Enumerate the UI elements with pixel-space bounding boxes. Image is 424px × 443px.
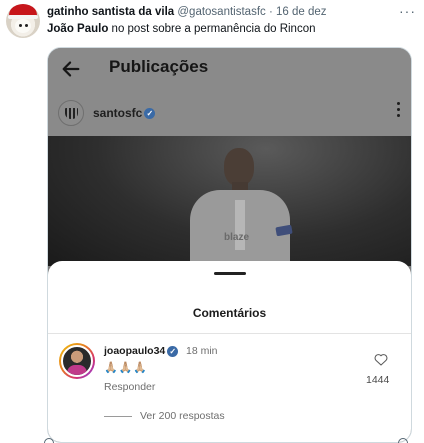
share-action-icon[interactable] — [398, 438, 408, 443]
comment-text: 🙏🏼🙏🏼🙏🏼 — [104, 362, 149, 374]
comments-sheet: Comentários joaopaulo34 ✓ 18 min 🙏🏼🙏🏼🙏🏼 R… — [48, 261, 411, 442]
author-display-name[interactable]: gatinho santista da vila — [47, 6, 174, 18]
more-horizontal-icon[interactable]: ··· — [399, 3, 416, 19]
post-menu-icon — [397, 102, 401, 120]
commenter-username-text: joaopaulo34 — [104, 345, 166, 357]
cat-face — [15, 19, 31, 33]
arrow-left-icon — [62, 61, 80, 77]
tweet-media-image[interactable]: Publicações santosfc ✓ blaze Comentários … — [47, 47, 412, 443]
header-separator: · — [268, 6, 273, 18]
commenter-avatar — [59, 343, 95, 379]
tweet-header: gatinho santista da vila @gatosantistasf… — [47, 6, 394, 18]
jersey-sponsor: blaze — [224, 232, 250, 243]
verified-badge-icon: ✓ — [167, 345, 179, 357]
author-handle[interactable]: @gatosantistasfc — [177, 6, 265, 18]
player-head — [224, 148, 254, 186]
view-replies-link: Ver 200 respostas — [140, 410, 225, 422]
comment-like-count: 1444 — [366, 374, 390, 386]
divider — [48, 333, 411, 334]
comments-title: Comentários — [192, 306, 267, 320]
reply-action-icon[interactable] — [44, 438, 54, 443]
post-username-text: santosfc — [93, 106, 143, 120]
cat-eye-left — [19, 24, 22, 27]
post-photo: blaze — [48, 136, 411, 266]
tweet-text-rest: no post sobre a permanência do Rincon — [108, 23, 316, 35]
comment-time: 18 min — [186, 345, 218, 357]
commenter-username: joaopaulo34 ✓ — [104, 345, 179, 357]
post-username: santosfc ✓ — [93, 106, 156, 120]
tweet-text-bold: João Paulo — [47, 23, 109, 35]
screen-title: Publicações — [109, 57, 209, 76]
verified-badge-icon: ✓ — [144, 108, 156, 120]
sheet-grabber-handle — [214, 272, 246, 275]
author-avatar[interactable] — [6, 4, 40, 38]
cat-eye-right — [25, 24, 28, 27]
santos-crest-icon — [65, 108, 78, 119]
tweet-date[interactable]: 16 de dez — [276, 6, 327, 18]
tweet-text: João Paulo no post sobre a permanência d… — [47, 23, 316, 35]
santos-logo-avatar — [58, 100, 84, 126]
reply-link: Responder — [104, 381, 156, 393]
instagram-header: Publicações santosfc ✓ — [48, 48, 411, 136]
heart-icon — [374, 354, 388, 366]
captain-armband — [275, 224, 293, 237]
replies-line — [104, 416, 132, 417]
